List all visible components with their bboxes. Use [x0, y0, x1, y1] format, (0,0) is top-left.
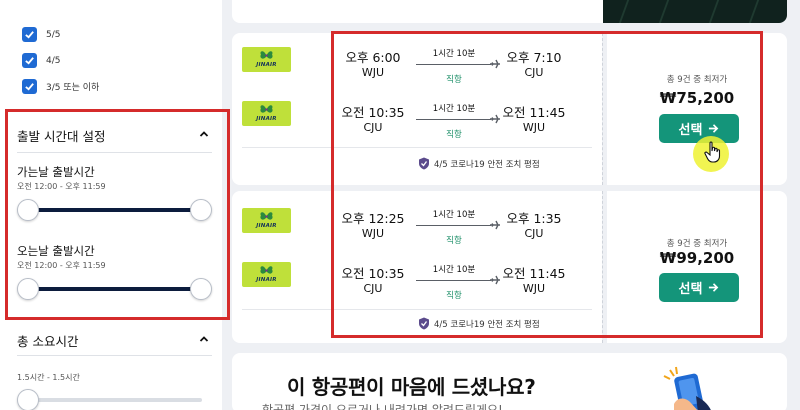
hand-cursor-icon — [704, 141, 721, 163]
stops-label: 직항 — [446, 291, 462, 301]
arrival-airport: CJU — [524, 227, 544, 240]
route-line — [416, 225, 491, 226]
duration-range: 1.5시간 - 1.5시간 — [17, 373, 80, 382]
airline-logo: JINAIR — [242, 47, 291, 72]
filter-sidebar: 5/5 4/5 3/5 또는 이하 출발 시간대 설정 가는날 출발시간 오전 … — [0, 0, 222, 410]
covid-safety-rating[interactable]: 4/5 코로나19 안전 조치 평점 — [418, 157, 540, 170]
previous-card — [232, 0, 787, 23]
airline-logo: JINAIR — [242, 208, 291, 233]
stops-label: 직항 — [446, 75, 462, 85]
duration-section-title[interactable]: 총 소요시간 — [17, 331, 78, 350]
rating-filter-3-or-less[interactable]: 3/5 또는 이하 — [22, 79, 99, 94]
price: ₩99,200 — [659, 249, 735, 267]
outbound-time-slider-min-handle[interactable] — [17, 199, 39, 221]
rating-filter-label: 3/5 또는 이하 — [46, 83, 100, 93]
checkbox-icon[interactable] — [22, 53, 37, 68]
departure-time-section-title[interactable]: 출발 시간대 설정 — [17, 126, 105, 145]
departure-airport: CJU — [363, 121, 383, 134]
feedback-subtitle: 항공편 가격이 오르거나 내려가면 알려드릴게요! — [262, 403, 503, 410]
shield-icon — [419, 317, 429, 330]
price-panel: 총 9건 중 최저가 ₩99,200 선택 — [607, 191, 787, 343]
covid-safety-rating[interactable]: 4/5 코로나19 안전 조치 평점 — [418, 317, 540, 330]
inbound-time-slider-track[interactable] — [28, 287, 202, 291]
price: ₩75,200 — [659, 89, 735, 107]
rating-filter-4[interactable]: 4/5 — [22, 53, 60, 68]
checkbox-icon[interactable] — [22, 27, 37, 42]
checkbox-icon[interactable] — [22, 79, 37, 94]
route-line — [416, 64, 491, 65]
covid-rating-text: 4/5 코로나19 안전 조치 평점 — [434, 319, 540, 330]
inbound-departure-title: 오는날 출발시간 — [17, 244, 95, 258]
departure-airport: CJU — [363, 282, 383, 295]
inbound-time-slider-min-handle[interactable] — [17, 278, 39, 300]
outbound-time-slider-max-handle[interactable] — [190, 199, 212, 221]
departure-airport: WJU — [361, 66, 385, 79]
divider — [17, 152, 212, 153]
deal-count: 총 9건 중 최저가 — [666, 75, 728, 85]
route-line — [416, 119, 491, 120]
arrow-right-icon — [709, 283, 719, 292]
divider — [17, 110, 212, 111]
banner-image — [603, 0, 787, 23]
duration-slider-track[interactable] — [28, 398, 202, 402]
departure-time: 오후 12:25 — [341, 211, 405, 226]
arrival-time: 오후 1:35 — [506, 211, 562, 226]
flight-duration: 1시간 10분 — [432, 104, 476, 114]
arrival-airport: WJU — [522, 282, 546, 295]
rating-filter-5[interactable]: 5/5 — [22, 27, 60, 42]
departure-time: 오후 6:00 — [345, 50, 401, 65]
airline-logo: JINAIR — [242, 101, 291, 126]
outbound-time-slider-track[interactable] — [28, 208, 202, 212]
flight-duration: 1시간 10분 — [432, 210, 476, 220]
flight-duration: 1시간 10분 — [432, 265, 476, 275]
select-flight-button[interactable]: 선택 — [659, 273, 739, 302]
chevron-up-icon[interactable] — [198, 128, 210, 140]
flight-itinerary[interactable]: JINAIR 오후 6:00 WJU 1시간 10분 직항 오후 7:10 CJ… — [232, 33, 602, 185]
divider — [17, 355, 212, 356]
arrival-time: 오전 11:45 — [502, 266, 566, 281]
arrival-time: 오후 7:10 — [506, 50, 562, 65]
arrival-airport: WJU — [522, 121, 546, 134]
arrival-airport: CJU — [524, 66, 544, 79]
arrival-time: 오전 11:45 — [502, 105, 566, 120]
rating-filter-label: 5/5 — [46, 29, 61, 40]
rating-filter-label: 4/5 — [46, 55, 61, 66]
outbound-departure-title: 가는날 출발시간 — [17, 165, 95, 179]
flight-result-card[interactable]: JINAIR 오후 12:25 WJU 1시간 10분 직항 오후 1:35 C… — [232, 191, 787, 343]
stops-label: 직항 — [446, 236, 462, 246]
departure-time: 오전 10:35 — [341, 105, 405, 120]
airline-logo: JINAIR — [242, 262, 291, 287]
divider — [242, 147, 592, 148]
flight-itinerary[interactable]: JINAIR 오후 12:25 WJU 1시간 10분 직항 오후 1:35 C… — [232, 191, 602, 343]
inbound-departure-range: 오전 12:00 - 오후 11:59 — [17, 261, 106, 270]
inbound-time-slider-max-handle[interactable] — [190, 278, 212, 300]
arrow-right-icon — [709, 124, 719, 133]
outbound-departure-range: 오전 12:00 - 오후 11:59 — [17, 182, 106, 191]
duration-slider-min-handle[interactable] — [17, 389, 39, 410]
departure-time: 오전 10:35 — [341, 266, 405, 281]
chevron-up-icon[interactable] — [198, 333, 210, 345]
stops-label: 직항 — [446, 130, 462, 140]
departure-airport: WJU — [361, 227, 385, 240]
flight-duration: 1시간 10분 — [432, 49, 476, 59]
feedback-title: 이 항공편이 마음에 드셨나요? — [287, 375, 536, 399]
route-line — [416, 280, 491, 281]
select-button-label: 선택 — [678, 282, 703, 297]
covid-rating-text: 4/5 코로나19 안전 조치 평점 — [434, 159, 540, 170]
shield-icon — [419, 157, 429, 170]
phone-alert-illustration — [663, 366, 711, 410]
feedback-card: 이 항공편이 마음에 드셨나요? 항공편 가격이 오르거나 내려가면 알려드릴게… — [232, 353, 787, 410]
divider — [242, 309, 592, 310]
deal-count: 총 9건 중 최저가 — [666, 239, 728, 249]
select-flight-button[interactable]: 선택 — [659, 114, 739, 143]
select-button-label: 선택 — [678, 123, 703, 138]
